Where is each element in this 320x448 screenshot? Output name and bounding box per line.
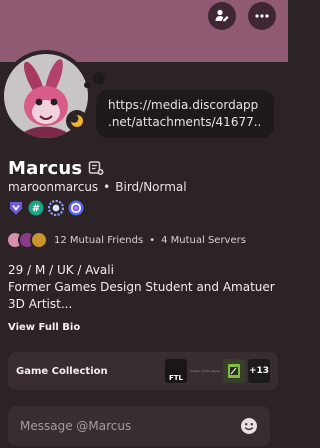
game-art-icon: [228, 364, 240, 378]
person-edit-icon: [215, 9, 229, 22]
custom-status-line1: https://media.discordapp: [108, 98, 259, 112]
hypesquad-badge-icon: [10, 202, 22, 215]
view-full-bio-link[interactable]: View Full Bio: [8, 322, 80, 333]
username-row: maroonmarcus • Bird/Normal: [8, 180, 187, 194]
game-thumbnail-text[interactable]: Viewer of the Abyss: [190, 366, 220, 376]
message-input[interactable]: [20, 419, 220, 433]
more-games-count[interactable]: +13: [248, 359, 270, 383]
game-thumbnail-green[interactable]: [223, 359, 245, 383]
status-indicator: [66, 110, 88, 132]
mutual-friend-avatar: [30, 231, 48, 249]
status-bubble-dot-large: [93, 72, 105, 84]
nitro-badge-icon: [68, 200, 84, 216]
game-collection-card[interactable]: Game Collection FTL Viewer of the Abyss …: [8, 352, 278, 390]
bio-line: 3D Artist...: [8, 297, 73, 311]
emoji-smile-icon: [241, 418, 257, 434]
game-thumbnail-ftl-label: FTL: [168, 374, 184, 382]
status-bubble-dot-small: [84, 82, 90, 88]
game-collection-label: Game Collection: [16, 365, 108, 377]
name-row: Marcus: [8, 156, 104, 180]
bio-line: 29 / M / UK / Avali: [8, 263, 114, 277]
game-thumbnail-text-label: Viewer of the Abyss: [190, 369, 220, 373]
more-horizontal-icon: [255, 14, 269, 18]
hypesquad-badge[interactable]: [8, 200, 24, 216]
mutuals-separator: •: [149, 234, 156, 246]
pronoun-tag: Bird/Normal: [115, 180, 187, 194]
mutual-friend-avatars: [6, 231, 50, 249]
profile-bio: 29 / M / UK / Avali Former Games Design …: [8, 262, 280, 313]
hashtag-badge[interactable]: #: [28, 200, 44, 216]
mutuals-row[interactable]: 12 Mutual Friends • 4 Mutual Servers: [6, 230, 246, 250]
set-status-button[interactable]: [208, 2, 236, 30]
moon-idle-icon: [70, 114, 83, 127]
mutual-friends-count[interactable]: 12 Mutual Friends: [54, 235, 143, 246]
mutual-servers-count[interactable]: 4 Mutual Servers: [161, 235, 246, 246]
game-thumbnails: FTL Viewer of the Abyss +13: [165, 359, 270, 383]
gear-badge[interactable]: [48, 200, 64, 216]
nitro-badge[interactable]: [68, 200, 84, 216]
bio-line: Former Games Design Student and Amatuer: [8, 280, 275, 294]
username[interactable]: maroonmarcus: [8, 180, 98, 194]
custom-status-line2: .net/attachments/41677...: [108, 115, 262, 129]
hashtag-badge-icon: #: [28, 200, 44, 216]
custom-status-bubble[interactable]: https://media.discordapp .net/attachment…: [96, 90, 274, 138]
more-options-button[interactable]: [248, 2, 276, 30]
game-thumbnail-ftl[interactable]: FTL: [165, 359, 187, 383]
svg-text:#: #: [32, 204, 40, 215]
display-name: Marcus: [8, 157, 83, 179]
gear-badge-icon: [48, 200, 64, 216]
username-separator: •: [103, 180, 111, 194]
emoji-button[interactable]: [240, 417, 258, 435]
message-box[interactable]: [8, 406, 270, 446]
note-add-icon[interactable]: [88, 160, 104, 176]
badge-list: #: [8, 200, 84, 216]
